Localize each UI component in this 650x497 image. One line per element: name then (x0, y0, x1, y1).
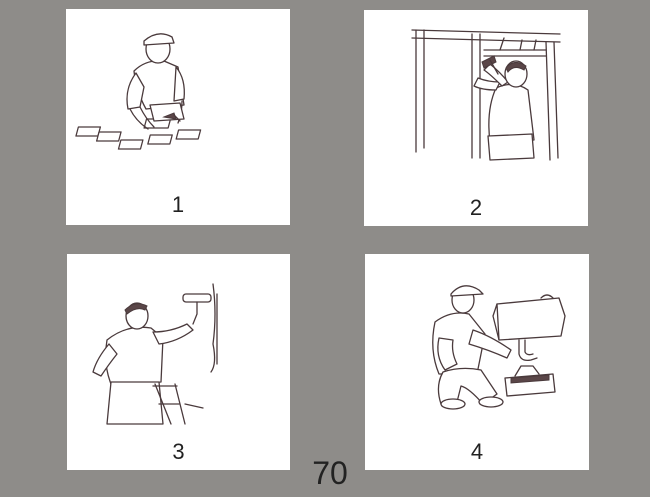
panel-number: 1 (171, 192, 185, 217)
panel-2: 2 (364, 10, 588, 226)
panel-1: 1 (66, 9, 290, 225)
painter-illustration (92, 283, 218, 425)
panel-4: 4 (365, 254, 589, 470)
panel-number: 3 (172, 439, 185, 464)
bricklayer-illustration (75, 33, 202, 150)
panel-number: 4 (470, 439, 484, 464)
plumber-illustration (432, 285, 566, 410)
carpenter-illustration (411, 29, 561, 161)
panel-number: 2 (469, 195, 483, 220)
page-number: 70 (312, 455, 348, 491)
panel-3: 3 (67, 254, 290, 470)
